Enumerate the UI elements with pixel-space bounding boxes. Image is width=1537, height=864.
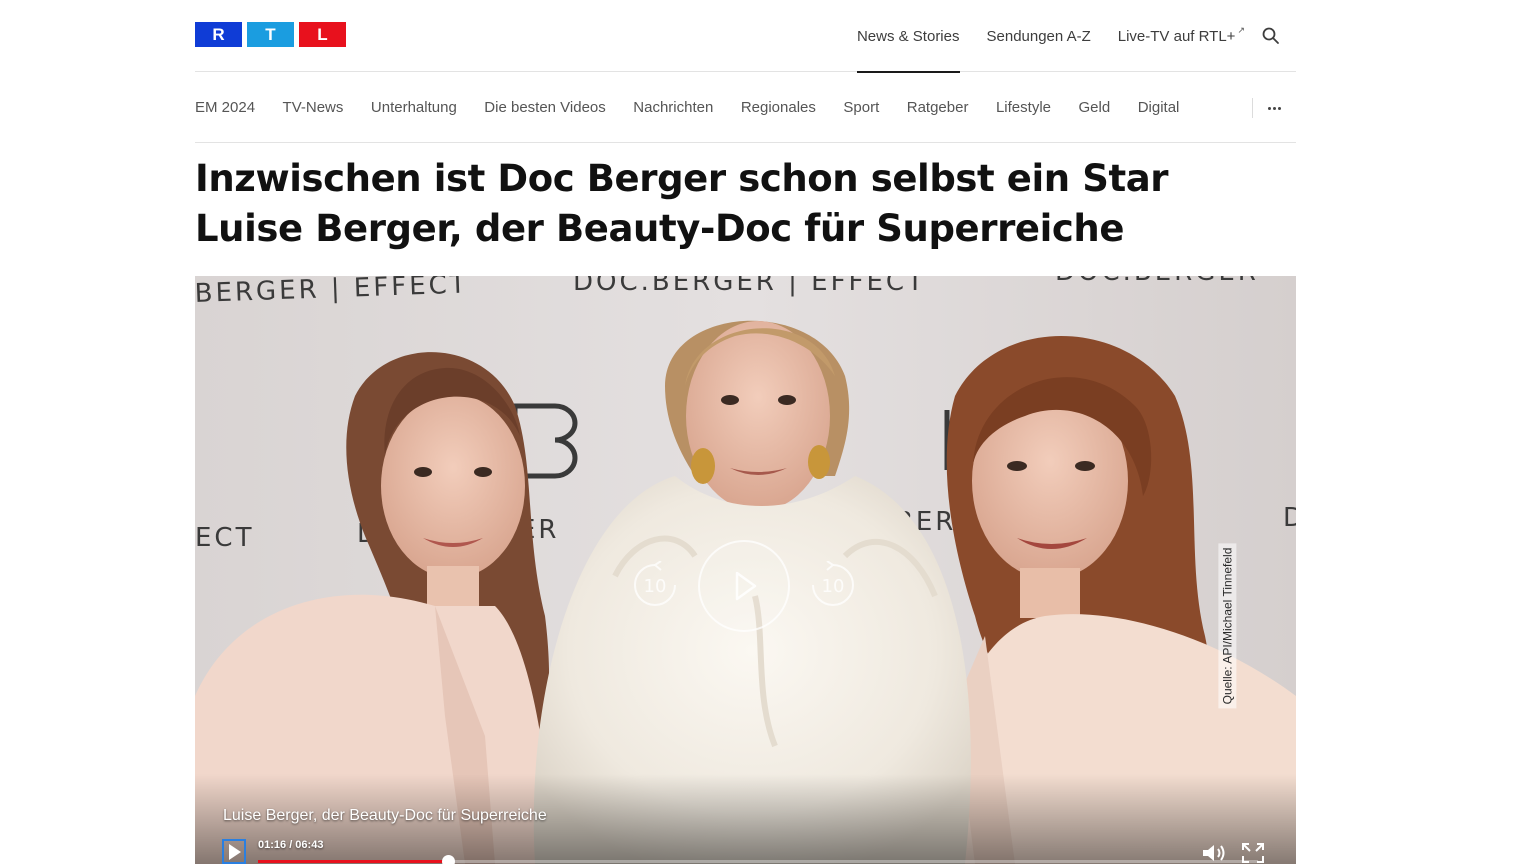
main-nav: News & Stories Sendungen A-Z Live-TV auf… [856,0,1296,73]
backdrop-text: DOC.BERGER [1055,276,1259,287]
play-button-large[interactable] [697,539,791,633]
rewind-10-label: 10 [644,576,667,597]
category-nachrichten[interactable]: Nachrichten [633,99,713,116]
more-icon [1267,106,1281,110]
photo-credit: Quelle: API/Michael Tinnefeld [1216,531,1238,721]
rtl-logo[interactable]: R T L [195,22,346,47]
category-tv-news[interactable]: TV-News [283,99,344,116]
forward-10-button[interactable]: 10 [809,560,857,609]
page: R T L News & Stories Sendungen A-Z Live-… [0,0,1537,864]
more-button[interactable] [1265,98,1283,118]
main-nav-live-tv[interactable]: Live-TV auf RTL+ ↗ [1118,0,1245,72]
video-caption: Luise Berger, der Beauty-Doc für Superre… [223,807,547,824]
category-nav: EM 2024 TV-News Unterhaltung Die besten … [195,72,1296,143]
main-nav-news-stories[interactable]: News & Stories [856,0,960,73]
category-digital[interactable]: Digital [1138,99,1180,116]
article-title: Luise Berger, der Beauty-Doc für Superre… [195,207,1125,250]
category-die-besten-videos[interactable]: Die besten Videos [484,99,605,116]
forward-10-icon: 10 [812,560,854,606]
progress-bar[interactable] [258,855,1258,864]
center-controls: 10 10 [631,538,857,634]
rewind-10-icon: 10 [634,560,676,606]
category-regionales[interactable]: Regionales [741,99,816,116]
main-nav-label: Sendungen A-Z [986,27,1091,45]
fullscreen-icon [1242,843,1264,863]
play-button-small[interactable] [222,839,246,864]
search-button[interactable] [1260,25,1282,47]
article-kicker: Inzwischen ist Doc Berger schon selbst e… [195,157,1169,200]
rewind-10-button[interactable]: 10 [631,560,679,609]
category-lifestyle[interactable]: Lifestyle [996,99,1051,116]
article-headline: Inzwischen ist Doc Berger schon selbst e… [195,154,1296,254]
external-link-icon: ↗ [1237,24,1245,35]
category-ratgeber[interactable]: Ratgeber [907,99,969,116]
volume-icon [1203,845,1225,861]
nav-divider [1252,98,1253,118]
time-display: 01:16 / 06:43 [258,839,324,851]
photo-credit-text: Quelle: API/Michael Tinnefeld [1218,543,1237,709]
play-icon [698,540,790,632]
main-nav-label: News & Stories [856,27,960,45]
progress-fill [258,860,448,863]
backdrop-text: ECT [195,523,254,553]
fullscreen-button[interactable] [1241,842,1265,864]
backdrop-text: D [1283,503,1296,533]
main-nav-label: Live-TV auf RTL+ [1117,27,1236,45]
top-bar: R T L News & Stories Sendungen A-Z Live-… [195,0,1296,73]
logo-letter-t: T [247,22,294,47]
video-player[interactable]: BERGER | EFFECT DOC.BERGER | EFFECT DOC.… [195,276,1296,864]
play-icon [229,844,241,860]
category-sport[interactable]: Sport [843,99,879,116]
forward-10-label: 10 [822,576,845,597]
category-unterhaltung[interactable]: Unterhaltung [371,99,457,116]
volume-button[interactable] [1201,842,1229,864]
logo-letter-l: L [299,22,346,47]
main-nav-sendungen[interactable]: Sendungen A-Z [987,0,1091,72]
category-em-2024[interactable]: EM 2024 [195,99,255,116]
progress-handle[interactable] [442,855,455,864]
category-geld[interactable]: Geld [1079,99,1111,116]
backdrop-text: DOC.BERGER | EFFECT [573,276,926,297]
logo-letter-r: R [195,22,242,47]
search-icon [1262,27,1279,44]
